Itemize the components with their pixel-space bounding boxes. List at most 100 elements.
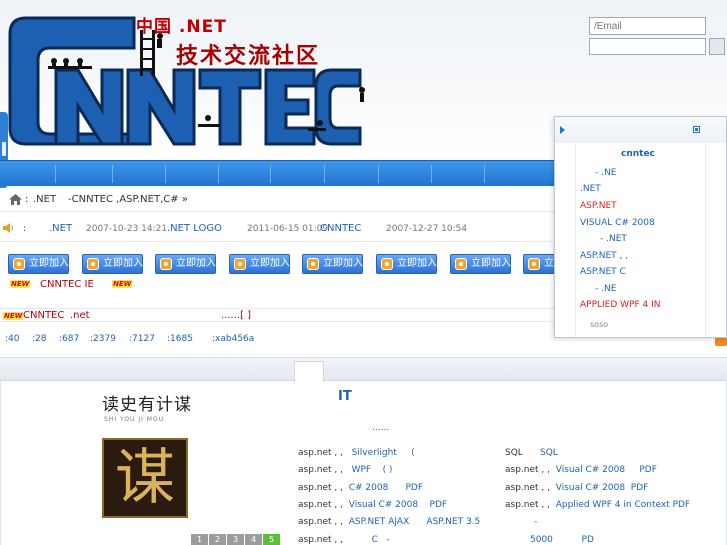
book-promo[interactable]: 读史有计谋 SHI YOU JI MOU 谋 [88,390,198,545]
join-button[interactable]: 立即加入 [229,254,290,274]
new-badge: NEW [3,312,24,320]
list-item: asp.net , , Visual C# 2008 PDF [298,500,447,510]
list-item-link[interactable]: Visual C# 2008 [556,465,625,475]
notice-link[interactable]: CNNTEC [23,310,64,321]
join-button[interactable]: 立即加入 [523,254,555,274]
list-item-link[interactable]: 5000 [530,535,553,545]
stat-value: :1685 [167,334,193,344]
news-date: 2011-06-15 01:09 [247,224,329,234]
minimize-icon[interactable] [693,126,700,133]
news-label: : [23,224,27,234]
login-button[interactable] [709,38,725,55]
page-button[interactable]: 3 [227,534,244,545]
list-item: SQL SQL [505,448,558,458]
page-button[interactable]: 2 [209,534,226,545]
news-link[interactable]: .NET [49,223,72,234]
book-subtitle: SHI YOU JI MOU [104,416,165,423]
notice-more[interactable]: ......[ ] [221,310,251,321]
speaker-icon [3,223,13,233]
list-title[interactable]: IT [338,389,352,404]
list-item-extra[interactable]: ( ) [383,465,393,475]
list-item-link[interactable]: Visual C# 2008 [556,483,625,493]
logo-slogan: 技术交流社区 [176,43,321,69]
list-item-link[interactable]: SQL [540,448,558,458]
list-item-link[interactable]: C# 2008 [349,483,389,493]
list-item-link[interactable]: Applied WPF 4 in Context PDF [556,500,690,510]
stat-value: :7127 [129,334,155,344]
list-item: asp.net , , Applied WPF 4 in Context PDF [505,500,690,510]
home-icon[interactable] [9,194,22,205]
group-icon [13,258,25,270]
panel-link[interactable]: ASP.NET C [580,267,626,277]
panel-link[interactable]: - .NE [595,168,616,178]
list-item-extra[interactable]: PDF [430,500,448,510]
list-item-extra[interactable]: PD [582,535,594,545]
panel-link[interactable]: - .NET [600,234,627,244]
page-button[interactable]: 4 [245,534,262,545]
panel-link[interactable]: ASP.NET [580,201,617,211]
book-pager: 1 2 3 4 5 [191,534,283,545]
list-item-link[interactable]: WPF [352,465,372,475]
breadcrumb-separator: : [25,194,29,205]
list-item-extra[interactable]: - [387,535,390,545]
list-item-extra[interactable]: PDF [406,483,424,493]
list-item-link[interactable]: Visual C# 2008 [349,500,418,510]
join-button-label: 立即加入 [323,258,363,269]
panel-link[interactable]: APPLIED WPF 4 IN [580,300,661,310]
join-button[interactable]: 立即加入 [450,254,511,274]
list-item: asp.net , , WPF ( ) [298,465,392,475]
notice-link[interactable]: .net [70,310,90,321]
notice-row: NEW CNNTEC .net ......[ ] [0,308,555,322]
floating-sidebar-panel: cnntec - .NE .NET ASP.NET VISUAL C# 2008… [554,116,727,338]
news-link[interactable]: .NET LOGO [167,223,222,234]
join-button-label: 立即加入 [471,258,511,269]
list-item: 5000 PD [530,535,594,545]
list-item-link[interactable]: Silverlight [352,448,397,458]
list-item-extra[interactable]: PDF [631,483,649,493]
join-button[interactable]: 立即加入 [376,254,437,274]
breadcrumb-item[interactable]: .NET [33,194,56,205]
list-item-link[interactable]: C [372,535,378,545]
list-item-extra[interactable]: PDF [639,465,657,475]
password-field[interactable] [589,38,706,55]
stat-value[interactable]: :xab456a [212,334,254,344]
join-button[interactable]: 立即加入 [302,254,363,274]
nav-divider [270,165,271,183]
panel-link[interactable]: VISUAL C# 2008 [580,218,655,228]
nav-divider [218,165,219,183]
join-group-row: 立即加入 立即加入 立即加入 立即加入 立即加入 立即加入 立即加入 立即加入 [0,254,555,276]
expand-arrow-icon[interactable] [560,126,565,134]
list-item-link[interactable]: ASP.NET AJAX [349,517,410,527]
list-item-category: asp.net , , [505,483,550,493]
group-icon [307,258,319,270]
page-button[interactable]: 5 [263,534,280,545]
list-item-category: asp.net , , [505,465,550,475]
list-item-link[interactable]: - [534,517,537,527]
group-icon [87,258,99,270]
join-button[interactable]: 立即加入 [82,254,143,274]
join-button[interactable]: 立即加入 [155,254,216,274]
panel-title[interactable]: cnntec [621,149,655,159]
breadcrumb-item[interactable]: -CNNTEC ,ASP.NET,C# » [68,194,188,205]
list-item-category: SQL [505,448,523,458]
group-link[interactable]: CNNTEC IE [40,279,94,290]
group-info-row: NEW CNNTEC IE NEW [0,278,555,292]
list-item-category: asp.net , , [298,517,343,527]
list-more-link[interactable]: ...... [372,423,389,433]
news-link[interactable]: CNNTEC [320,223,361,234]
list-item-category: asp.net , , [298,500,343,510]
panel-link[interactable]: ASP.NET , , [580,251,628,261]
tab-active[interactable] [294,361,324,382]
panel-link[interactable]: - .NE [595,284,616,294]
nav-divider [378,165,379,183]
news-ticker: : .NET 2007-10-23 14:21 .NET LOGO 2011-0… [0,216,555,242]
join-button-label: 立即加入 [250,258,290,269]
list-item-category: asp.net , , [298,465,343,475]
panel-link[interactable]: .NET [580,184,601,194]
page-button[interactable]: 1 [191,534,208,545]
list-item-extra[interactable]: ( [411,448,415,458]
list-item-extra[interactable]: ASP.NET 3.5 [426,517,480,527]
stat-value: :687 [59,334,80,344]
email-field[interactable] [589,17,706,35]
join-button[interactable]: 立即加入 [8,254,69,274]
